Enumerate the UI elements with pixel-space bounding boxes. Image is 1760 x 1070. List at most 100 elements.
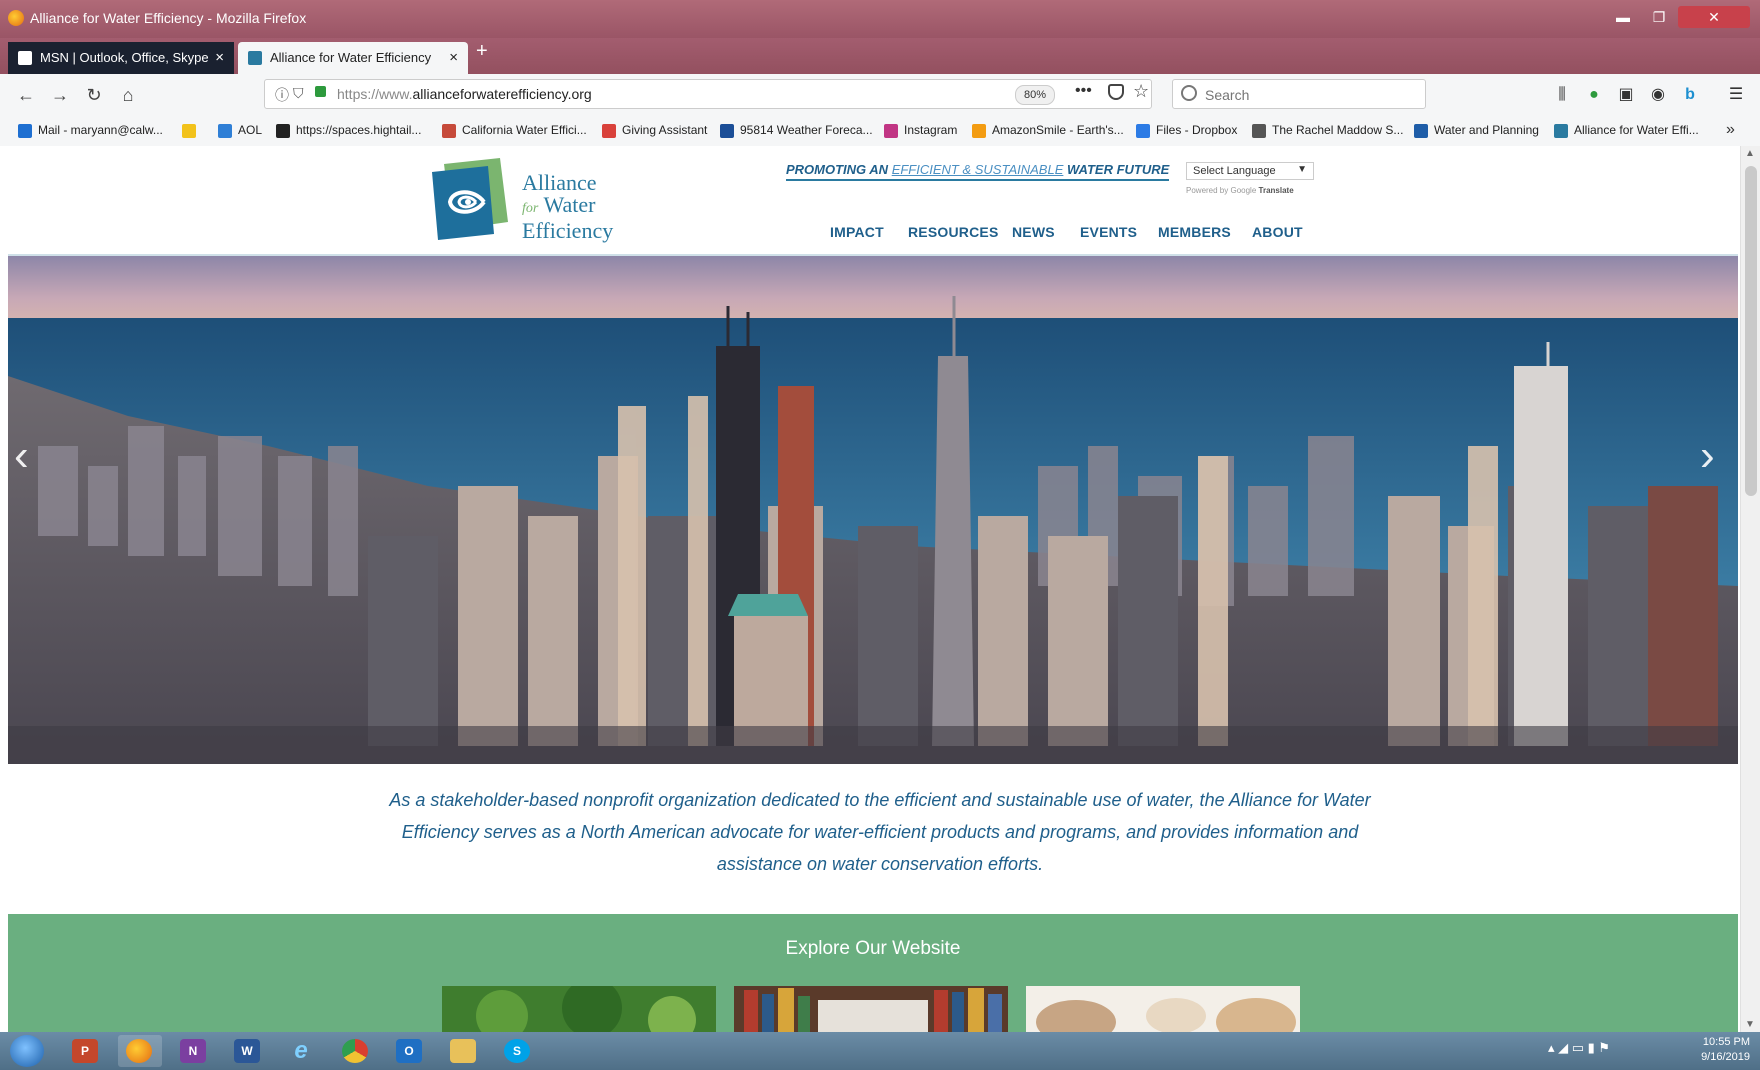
language-select-value: Select Language xyxy=(1193,165,1276,177)
water-planning-icon xyxy=(1414,124,1428,138)
bing-icon[interactable]: b xyxy=(1680,85,1700,105)
home-icon[interactable]: ⌂ xyxy=(116,83,140,107)
maximize-button[interactable]: ❐ xyxy=(1642,6,1676,28)
screen: Alliance for Water Efficiency - Mozilla … xyxy=(0,0,1760,1070)
explore-card-garden[interactable] xyxy=(442,986,716,1032)
bookmark-item[interactable]: https://spaces.hightail... xyxy=(276,123,421,138)
tab-alliance-for-water-efficiency[interactable]: Alliance for Water Efficiency × xyxy=(238,42,468,74)
outlook-app[interactable]: O xyxy=(388,1035,432,1067)
file-explorer-app[interactable] xyxy=(442,1035,486,1067)
bookmark-item[interactable]: 95814 Weather Foreca... xyxy=(720,123,873,138)
search-box[interactable] xyxy=(1172,79,1426,109)
carousel-next-icon[interactable]: › xyxy=(1700,434,1715,478)
onenote-icon: N xyxy=(180,1039,206,1063)
zoom-level-badge[interactable]: 80% xyxy=(1015,85,1056,105)
explore-card-library[interactable] xyxy=(734,986,1008,1032)
taskbar-clock[interactable]: 10:55 PM 9/16/2019 xyxy=(1678,1035,1750,1065)
awe-logo-icon[interactable] xyxy=(430,158,512,240)
word-app[interactable]: W xyxy=(226,1035,270,1067)
bookmark-item[interactable]: The Rachel Maddow S... xyxy=(1252,123,1403,138)
minimize-button[interactable]: ▬ xyxy=(1606,6,1640,28)
tab-msn[interactable]: MSN | Outlook, Office, Skype × xyxy=(8,42,234,74)
logo-for: for xyxy=(522,201,539,216)
mission-statement: As a stakeholder-based nonprofit organiz… xyxy=(389,790,1371,874)
onenote-app[interactable]: N xyxy=(172,1035,216,1067)
powered-by-google-translate[interactable]: Powered by Google Translate xyxy=(1186,186,1294,195)
nav-about[interactable]: ABOUT xyxy=(1252,224,1303,240)
hero-carousel[interactable]: ‹ › xyxy=(8,256,1738,764)
bookmark-item[interactable]: Instagram xyxy=(884,123,957,138)
sidebar-icon[interactable]: ▣ xyxy=(1616,85,1636,105)
url-bar[interactable]: ⓘ ⛉ https://www.allianceforwaterefficien… xyxy=(264,79,1152,109)
explore-section: Explore Our Website xyxy=(8,914,1738,1032)
powerpoint-app[interactable]: P xyxy=(64,1035,108,1067)
logo-line: Water xyxy=(543,192,596,217)
url-text: https://www.allianceforwaterefficiency.o… xyxy=(337,86,592,102)
close-window-button[interactable]: ✕ xyxy=(1678,6,1750,28)
firefox-app[interactable] xyxy=(118,1035,162,1067)
library-thumbnail-image xyxy=(734,986,1008,1032)
chrome-app[interactable] xyxy=(334,1035,378,1067)
powerpoint-icon: P xyxy=(72,1039,98,1063)
window-title: Alliance for Water Efficiency - Mozilla … xyxy=(30,10,307,26)
dropdown-caret-icon: ▼ xyxy=(1297,164,1307,175)
skype-icon: S xyxy=(504,1039,530,1063)
cwe-icon xyxy=(442,124,456,138)
library-icon[interactable]: ⫼ xyxy=(1552,85,1572,105)
bookmark-item[interactable]: Water and Planning xyxy=(1414,123,1539,138)
navigation-toolbar: ← → ↻ ⌂ ⓘ ⛉ https://www.allianceforwater… xyxy=(0,74,1760,117)
bookmark-star-icon[interactable]: ☆ xyxy=(1133,81,1149,102)
awe-icon xyxy=(1554,124,1568,138)
msn-icon xyxy=(18,51,32,65)
back-icon[interactable]: ← xyxy=(14,83,38,107)
site-tagline: PROMOTING AN EFFICIENT & SUSTAINABLE WAT… xyxy=(786,162,1170,181)
word-icon: W xyxy=(234,1039,260,1063)
bookmark-item[interactable]: Files - Dropbox xyxy=(1136,123,1237,138)
hero-city-skyline-image xyxy=(8,256,1738,764)
carousel-prev-icon[interactable]: ‹ xyxy=(14,434,29,478)
bookmark-item[interactable]: AOL xyxy=(218,123,262,138)
hightail-icon xyxy=(276,124,290,138)
scroll-down-icon[interactable]: ▼ xyxy=(1745,1019,1755,1030)
bookmark-item[interactable]: California Water Effici... xyxy=(442,123,587,138)
reload-icon[interactable]: ↻ xyxy=(82,83,106,107)
account-icon[interactable]: ◉ xyxy=(1648,85,1668,105)
windows-start-icon[interactable] xyxy=(10,1035,44,1067)
nav-resources[interactable]: RESOURCES xyxy=(908,224,998,240)
web-page: Alliance for Water Efficiency PROMOTING … xyxy=(0,146,1760,1032)
grammarly-icon[interactable]: ● xyxy=(1584,85,1604,105)
scroll-up-icon[interactable]: ▲ xyxy=(1745,148,1755,159)
people-thumbnail-image xyxy=(1026,986,1300,1032)
explore-card-people[interactable] xyxy=(1026,986,1300,1032)
menu-icon[interactable]: ☰ xyxy=(1726,85,1746,105)
site-info-icon[interactable]: ⓘ xyxy=(275,85,289,105)
awe-logo-text[interactable]: Alliance for Water Efficiency xyxy=(522,172,613,242)
page-scrollbar[interactable]: ▲ ▼ xyxy=(1740,146,1760,1032)
language-select[interactable]: Select Language ▼ xyxy=(1186,162,1314,180)
windows-taskbar: P N W e O S ▴ ◢ ▭ ▮ ⚑ 10:55 PM 9/16/2019 xyxy=(0,1032,1760,1070)
more-bookmarks-icon[interactable]: » xyxy=(1726,121,1735,139)
nav-news[interactable]: NEWS xyxy=(1012,224,1055,240)
close-tab-icon[interactable]: × xyxy=(215,42,224,74)
scrollbar-thumb[interactable] xyxy=(1745,166,1757,496)
forward-icon[interactable]: → xyxy=(48,83,72,107)
bookmark-item[interactable]: Mail - maryann@calw... xyxy=(18,123,163,138)
nav-events[interactable]: EVENTS xyxy=(1080,224,1137,240)
nav-impact[interactable]: IMPACT xyxy=(830,224,884,240)
bookmark-item[interactable]: AmazonSmile - Earth's... xyxy=(972,123,1124,138)
pocket-icon[interactable] xyxy=(1108,84,1124,100)
outlook-icon: O xyxy=(396,1039,422,1063)
internet-explorer-app[interactable]: e xyxy=(280,1035,324,1067)
bookmark-item[interactable]: Alliance for Water Effi... xyxy=(1554,123,1699,138)
skype-app[interactable]: S xyxy=(496,1035,540,1067)
logo-line: Efficiency xyxy=(522,218,614,243)
bookmarks-toolbar: Mail - maryann@calw... AOL https://space… xyxy=(0,116,1760,147)
nav-members[interactable]: MEMBERS xyxy=(1158,224,1231,240)
new-tab-button[interactable]: + xyxy=(476,40,488,63)
search-input[interactable] xyxy=(1203,84,1417,106)
system-tray-icons[interactable]: ▴ ◢ ▭ ▮ ⚑ xyxy=(1548,1040,1610,1056)
bookmark-item[interactable]: Giving Assistant xyxy=(602,123,707,138)
tracking-shield-icon[interactable]: ⛉ xyxy=(293,85,304,102)
page-actions-icon[interactable]: ••• xyxy=(1075,82,1092,100)
close-tab-icon[interactable]: × xyxy=(449,42,458,74)
